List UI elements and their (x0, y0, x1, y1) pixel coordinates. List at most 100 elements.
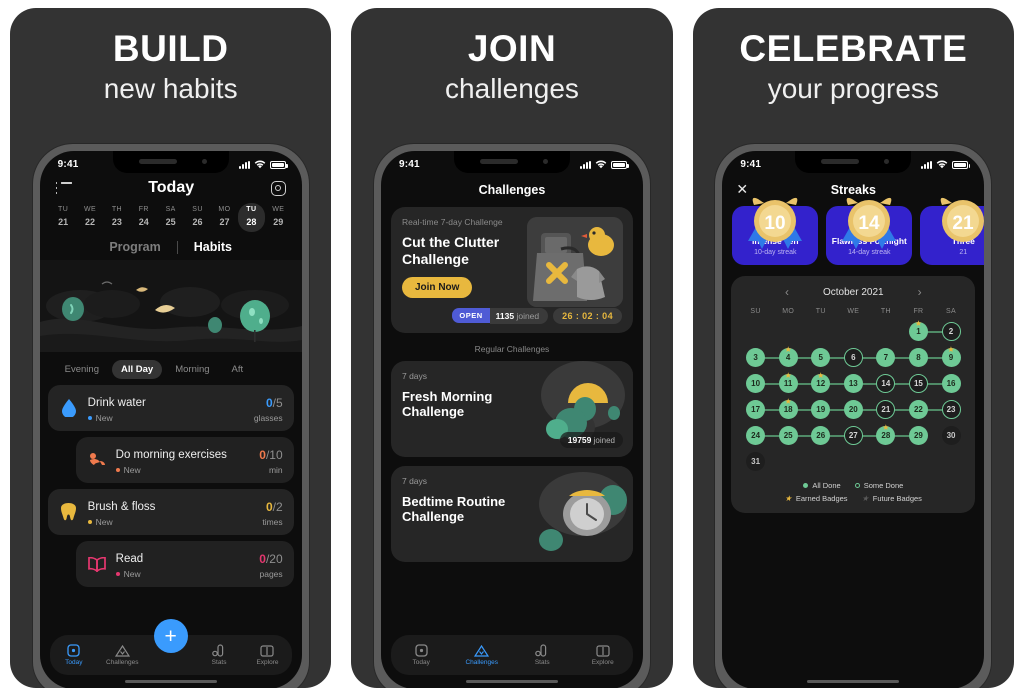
date-dow: FR (138, 206, 149, 213)
chevron-left-icon[interactable]: ‹ (785, 285, 789, 299)
calendar-day-number: 17 (746, 400, 766, 419)
tooth-icon (59, 501, 79, 523)
home-indicator (465, 680, 558, 683)
front-camera-icon (201, 159, 207, 164)
calendar-day-number: 20 (843, 400, 863, 419)
calendar-day-cell[interactable]: 1 ★ (902, 319, 952, 343)
wifi-icon (937, 160, 948, 169)
badge-card[interactable]: 14 Flawless Fortnight 14-day streak (826, 197, 913, 265)
calendar-grid[interactable]: 1 ★ 2 3 4 ★ 5 6 7 8 9 ★ 10 11 ★ 12 ★ 13 14 15 16 17 18 ★ 19 20 21 2… (739, 319, 968, 473)
tab-explore[interactable]: Explore (572, 644, 633, 666)
habit-row[interactable]: Do morning exercises New 0/10 min (75, 437, 294, 483)
date-cell-selected[interactable]: TU 28 (237, 203, 265, 232)
date-cell[interactable]: TU 21 (50, 203, 77, 232)
habit-row[interactable]: Read New 0/20 pages (75, 541, 294, 587)
date-strip[interactable]: TU 21 WE 22 TH 23 FR 24 SA 25 SU 26 MO 27 TU 28 … (40, 203, 302, 232)
date-cell[interactable]: FR 24 (130, 203, 157, 232)
chip-morning[interactable]: Morning (166, 360, 218, 379)
chip-evening[interactable]: Evening (56, 360, 108, 379)
chip-afternoon[interactable]: Aft (223, 360, 253, 379)
habit-status-label: New (95, 413, 113, 423)
date-cell[interactable]: TH 23 (103, 203, 130, 232)
date-num: 23 (111, 217, 122, 227)
calendar-day-cell[interactable]: 17 (739, 398, 789, 421)
calendar-day-cell[interactable]: 31 (739, 450, 772, 473)
calendar-day-number: 19 (811, 400, 831, 419)
date-cell[interactable]: SU 26 (184, 203, 211, 232)
habit-status-label: New (123, 569, 141, 579)
status-time: 9:41 (398, 159, 420, 170)
calendar-day-cell[interactable]: 10 (739, 372, 789, 395)
featured-challenge-card[interactable]: Real-time 7-day Challenge Cut the Clutte… (390, 207, 633, 333)
legend-label: Earned Badges (795, 494, 848, 503)
habit-count: 0 (265, 499, 273, 514)
calendar-day-cell[interactable]: 24 (739, 424, 789, 447)
phone-mockup-challenges: 9:41 Challenges Real-time 7-day Challeng… (373, 144, 650, 688)
calendar-day-cell[interactable]: 30 (935, 424, 968, 447)
time-filter-chips[interactable]: Evening All Day Morning Aft (40, 352, 302, 385)
calendar-day-number: 3 (746, 348, 766, 367)
challenge-card[interactable]: 7 days Fresh Morning Challenge 19759 joi… (390, 360, 633, 457)
badge-card[interactable]: 21 Three 21 (920, 197, 985, 265)
weekday-label: FR (913, 308, 924, 315)
date-dow: WE (83, 206, 97, 213)
legend-item-some-done: Some Done (854, 481, 904, 490)
habit-row[interactable]: Drink water New 0/5 glasses (47, 385, 294, 431)
segment-tabs[interactable]: Program Habits (40, 232, 302, 260)
habit-name: Read (115, 553, 144, 565)
today-icon (391, 644, 452, 657)
calendar-blank-cell (804, 320, 837, 343)
date-cell[interactable]: WE 22 (77, 203, 104, 232)
speaker-icon (138, 159, 177, 164)
tab-challenges[interactable]: Challenges (98, 644, 146, 666)
tab-habits[interactable]: Habits (194, 240, 232, 254)
chevron-right-icon[interactable]: › (918, 285, 922, 299)
joined-count-badge: 1135 joined (489, 307, 549, 324)
list-icon[interactable] (55, 182, 72, 194)
chip-all-day[interactable]: All Day (112, 360, 163, 379)
badge-card[interactable]: 10 Intense Ten 10-day streak (732, 197, 819, 265)
alarm-clock-illustration (512, 465, 633, 562)
water-drop-icon (59, 397, 79, 419)
tab-explore[interactable]: Explore (243, 644, 291, 666)
date-dow: MO (218, 206, 231, 213)
date-num: 29 (273, 217, 284, 227)
panel-celebrate: CELEBRATE your progress 9:41 ✕ Streaks 1… (692, 8, 1014, 688)
tab-program[interactable]: Program (109, 240, 160, 254)
calendar-day-cell[interactable]: 3 (739, 346, 789, 369)
date-cell[interactable]: MO 27 (211, 203, 238, 232)
tab-challenges[interactable]: Challenges (451, 644, 512, 666)
date-cell[interactable]: WE 29 (265, 203, 292, 232)
tab-today[interactable]: Today (50, 644, 98, 666)
phone-screen-streaks: 9:41 ✕ Streaks 10 Intense 10-day streak … (722, 151, 985, 688)
join-now-button[interactable]: Join Now (401, 276, 473, 298)
joined-label: joined (516, 310, 540, 321)
headline-bottom: challenges (445, 72, 579, 104)
phone-screen-challenges: 9:41 Challenges Real-time 7-day Challeng… (380, 151, 643, 688)
cellular-signal-icon (238, 160, 250, 169)
habit-meta: Do morning exercises New (115, 445, 251, 475)
legend-label: Some Done (863, 481, 904, 490)
tab-stats[interactable]: Stats (512, 644, 573, 666)
date-num: 28 (246, 217, 257, 227)
stats-icon (195, 644, 243, 657)
gear-icon[interactable] (270, 180, 286, 196)
headline-top: JOIN (467, 28, 557, 69)
challenge-title: Fresh Morning Challenge (401, 388, 493, 420)
mountain-icon (98, 644, 146, 657)
tab-stats[interactable]: Stats (195, 644, 243, 666)
date-cell[interactable]: SA 25 (157, 203, 184, 232)
earned-badge-star-icon: ★ (817, 371, 825, 380)
challenge-status-row: OPEN 1135 joined 26 : 02 : 04 (402, 307, 622, 324)
badge-carousel[interactable]: 10 Intense Ten 10-day streak (722, 197, 985, 265)
legend-label: All Done (812, 481, 841, 490)
add-habit-button[interactable]: + (153, 619, 188, 653)
habit-status: New (87, 517, 254, 527)
tab-label: Challenges (465, 659, 498, 666)
calendar-header: ‹ October 2021 › (739, 285, 967, 299)
habit-status-label: New (123, 465, 141, 475)
tab-today[interactable]: Today (391, 644, 452, 666)
habit-row[interactable]: Brush & floss New 0/2 times (47, 489, 294, 535)
challenge-card[interactable]: 7 days Bedtime Routine Challenge (390, 465, 633, 562)
phone-mockup-streaks: 9:41 ✕ Streaks 10 Intense 10-day streak … (715, 144, 992, 688)
